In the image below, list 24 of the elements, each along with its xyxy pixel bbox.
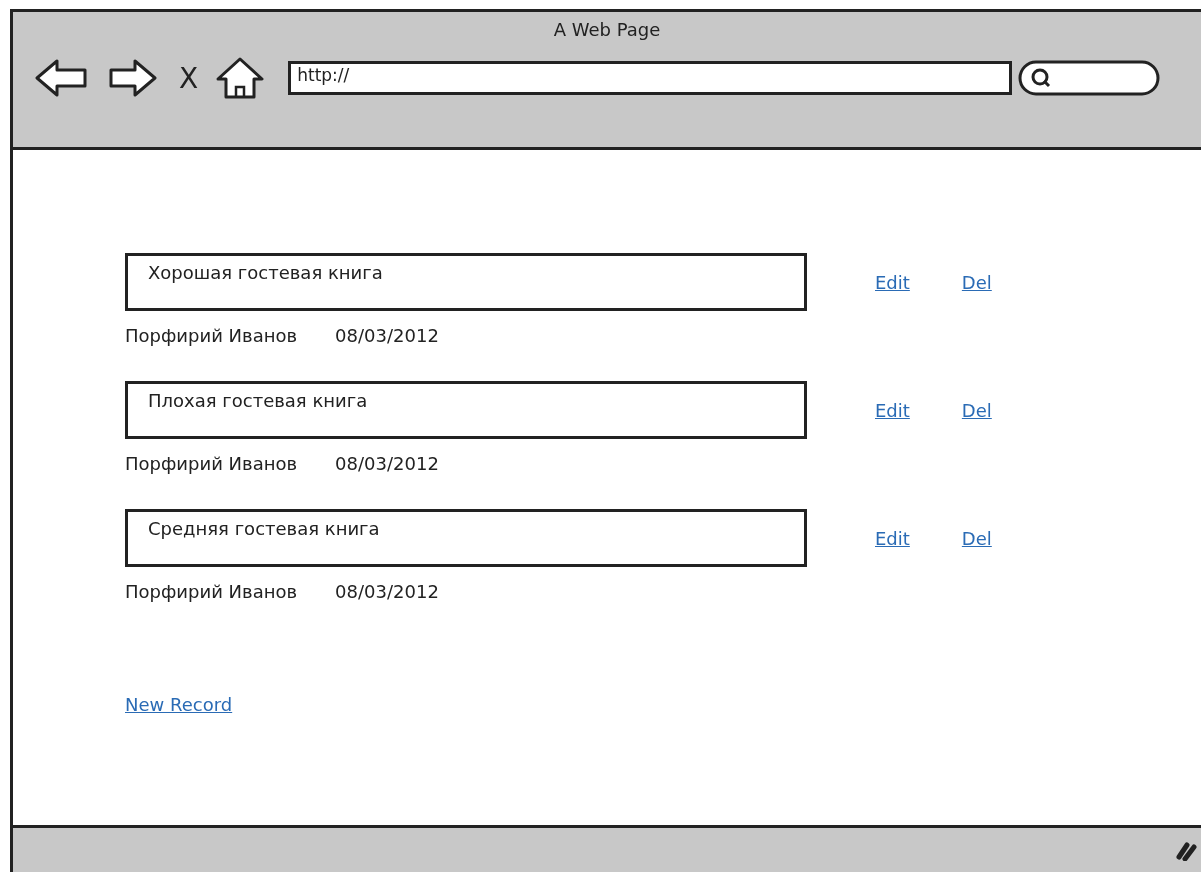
entry-action-link[interactable]: Del — [961, 271, 992, 293]
author-name: Порфирий Иванов — [125, 453, 298, 474]
entry-action-link[interactable]: Edit — [875, 399, 910, 421]
entry-action-link[interactable]: Edit — [875, 271, 910, 293]
entry-date: 08/03/2012 — [335, 325, 439, 346]
home-icon[interactable] — [216, 57, 265, 99]
entry-action-link[interactable]: Del — [961, 527, 992, 549]
entry-title-box: Хорошая гостевая книга — [125, 253, 807, 311]
entry-action-link[interactable]: Edit — [875, 527, 910, 549]
new-record-link[interactable]: New Record — [125, 694, 233, 715]
entry-action-link[interactable]: Del — [961, 399, 992, 421]
author-name: Порфирий Иванов — [125, 325, 298, 346]
resize-grip-icon[interactable] — [1175, 839, 1197, 861]
entry-title-box: Средняя гостевая книга — [125, 509, 807, 567]
entry-title-box: Плохая гостевая книга — [125, 381, 807, 439]
window-title: A Web Page — [552, 18, 662, 42]
address-field[interactable]: http:// — [288, 61, 1013, 95]
stop-button[interactable]: X — [179, 61, 199, 95]
entry-date: 08/03/2012 — [335, 581, 439, 602]
back-icon[interactable] — [35, 58, 87, 98]
forward-icon[interactable] — [109, 58, 157, 98]
author-name: Порфирий Иванов — [125, 581, 298, 602]
entry-date: 08/03/2012 — [335, 453, 439, 474]
search-field[interactable] — [1018, 60, 1161, 96]
